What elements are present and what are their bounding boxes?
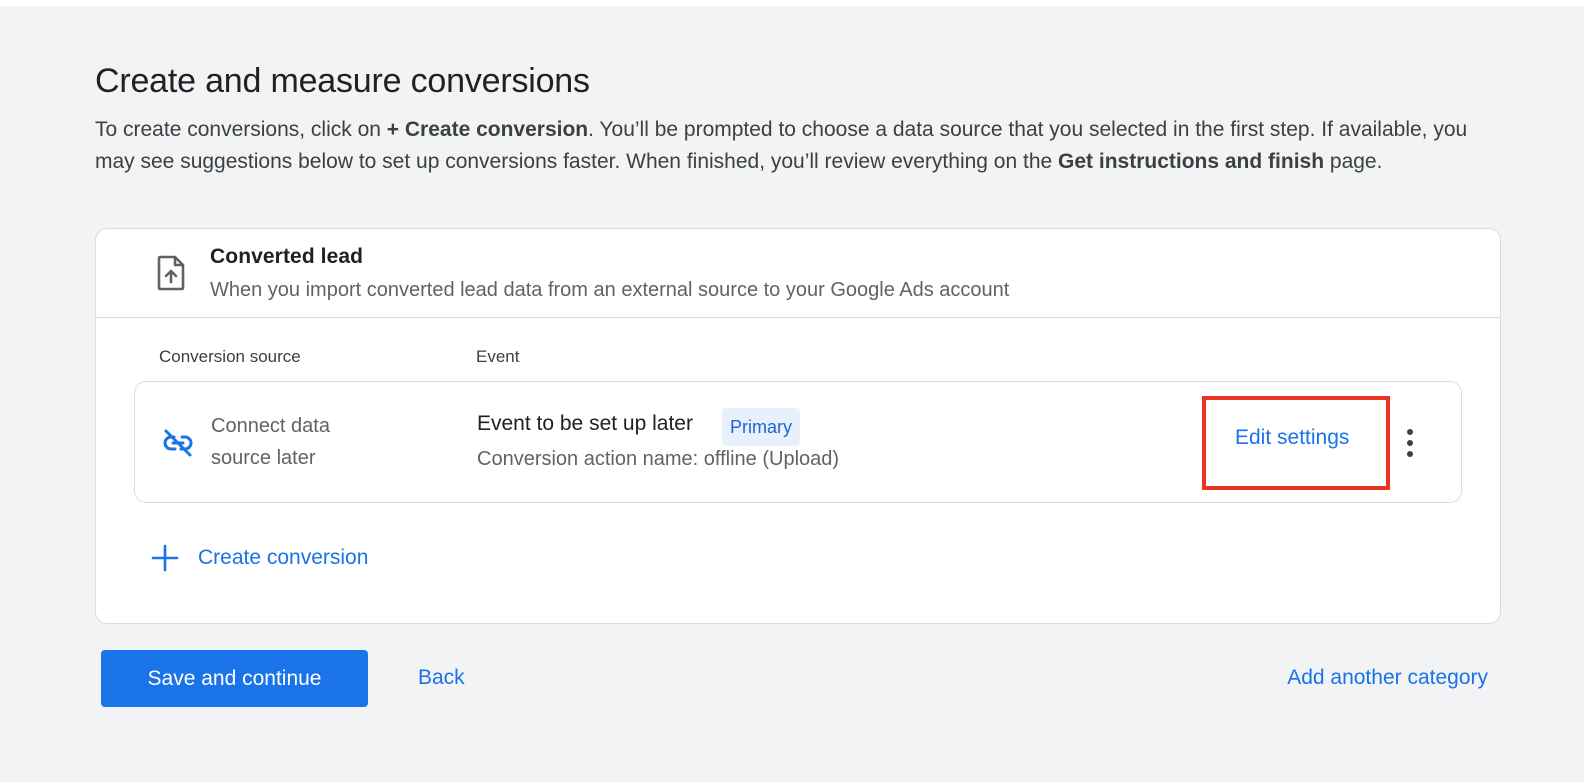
intro-text-3: page. (1324, 150, 1383, 173)
back-button[interactable]: Back (418, 666, 465, 690)
column-header-event: Event (476, 347, 520, 366)
primary-badge: Primary (722, 408, 800, 446)
conversion-category-card: Converted lead When you import converted… (95, 228, 1501, 624)
column-header-source: Conversion source (159, 347, 301, 366)
card-header: Converted lead When you import converted… (96, 229, 1500, 318)
intro-bold-create: + Create conversion (386, 118, 589, 141)
create-conversion-label: Create conversion (198, 546, 369, 569)
page-intro: To create conversions, click on + Create… (95, 114, 1505, 178)
page-title: Create and measure conversions (95, 62, 590, 100)
event-title: Event to be set up later (477, 412, 693, 435)
card-subtitle: When you import converted lead data from… (210, 279, 1010, 301)
page-background: Create and measure conversions To create… (0, 6, 1584, 782)
connect-data-source-label: Connect data source later (211, 415, 330, 469)
card-title: Converted lead (210, 245, 364, 268)
save-and-continue-button[interactable]: Save and continue (101, 650, 368, 707)
file-upload-icon (157, 255, 185, 291)
intro-text-1: To create conversions, click on (95, 118, 387, 141)
create-conversion-button[interactable]: Create conversion (150, 539, 368, 577)
more-vert-icon[interactable] (1403, 428, 1417, 458)
conversion-action-name: Conversion action name: offline (Upload) (477, 448, 840, 470)
add-another-category-button[interactable]: Add another category (1287, 666, 1488, 690)
conversion-row: Connect data source later Event to be se… (134, 381, 1462, 503)
link-off-icon (163, 429, 193, 457)
plus-icon (151, 544, 179, 572)
intro-bold-instructions: Get instructions and finish (1058, 150, 1325, 173)
edit-settings-button[interactable]: Edit settings (1235, 426, 1349, 450)
